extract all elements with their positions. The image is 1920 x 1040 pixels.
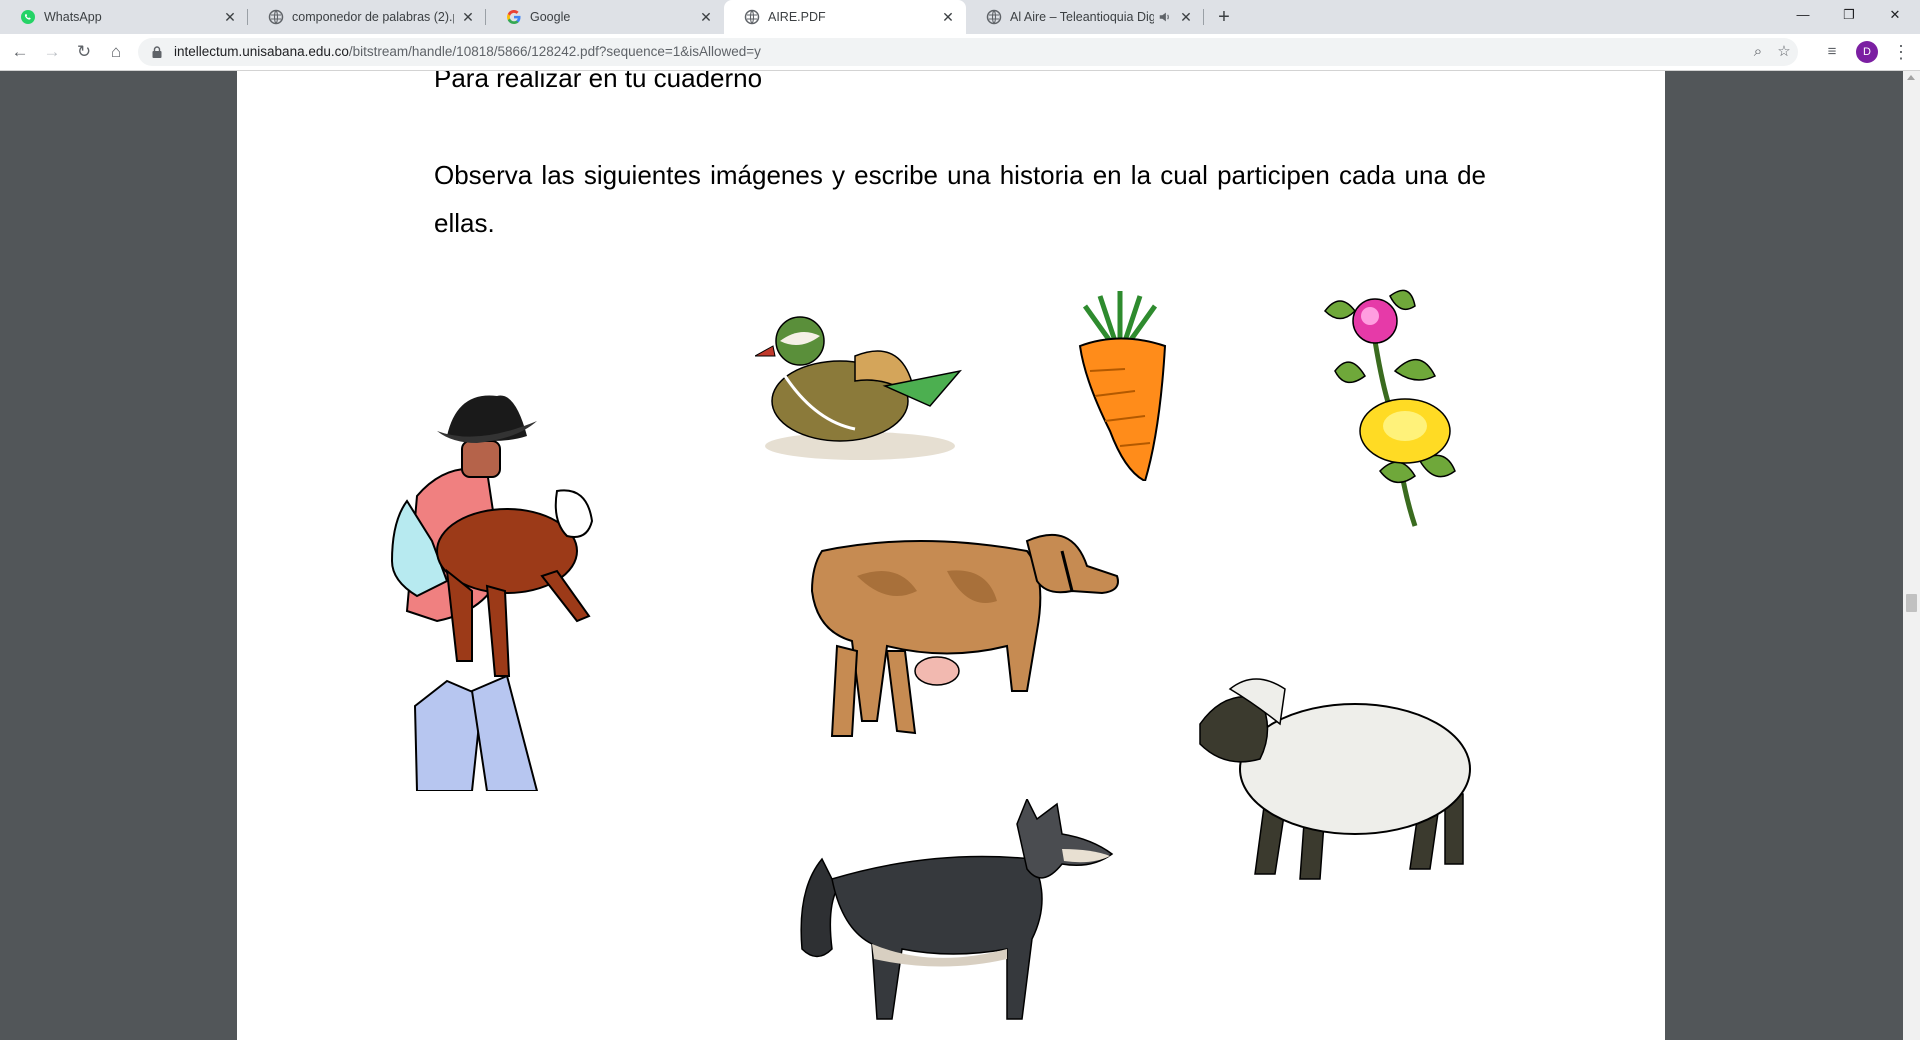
farmer-with-calf-illustration: [390, 395, 594, 791]
cow-illustration: [810, 533, 1119, 737]
tab-title: WhatsApp: [44, 10, 102, 24]
scroll-up-arrow-icon[interactable]: [1907, 75, 1915, 80]
tab-teleantioquia[interactable]: Al Aire – Teleantioquia Digital ✕: [966, 0, 1204, 34]
menu-icon[interactable]: ⋮: [1892, 40, 1910, 64]
close-icon[interactable]: ✕: [222, 9, 238, 25]
minimize-button[interactable]: —: [1780, 0, 1826, 30]
close-icon[interactable]: ✕: [1178, 9, 1194, 25]
duck-illustration: [755, 316, 962, 460]
audio-playing-icon[interactable]: [1158, 10, 1172, 24]
google-icon: [507, 10, 521, 24]
pdf-viewer[interactable]: Para realizar en tu cuaderno Observa las…: [0, 71, 1920, 1040]
close-icon[interactable]: ✕: [940, 9, 956, 25]
close-icon[interactable]: ✕: [460, 9, 476, 25]
avatar[interactable]: D: [1856, 41, 1878, 63]
url-path: /bitstream/handle/10818/5866/128242.pdf?…: [348, 44, 761, 59]
flowers-illustration: [1324, 289, 1456, 527]
globe-icon: [744, 9, 760, 25]
back-button[interactable]: ←: [8, 40, 32, 64]
scrollbar-thumb[interactable]: [1906, 594, 1917, 612]
tab-componedor-pdf[interactable]: componedor de palabras (2).pdf ✕: [248, 0, 486, 34]
tab-google[interactable]: Google ✕: [486, 0, 724, 34]
forward-button[interactable]: →: [40, 40, 64, 64]
document-heading: Para realizar en tu cuaderno: [434, 71, 763, 93]
tab-title: Al Aire – Teleantioquia Digital: [1010, 10, 1154, 24]
tab-title: Google: [530, 10, 571, 24]
bookmark-star-icon[interactable]: ☆: [1774, 42, 1794, 62]
globe-icon: [986, 9, 1002, 25]
tab-separator: [1203, 9, 1204, 25]
whatsapp-icon: [21, 10, 35, 24]
restore-button[interactable]: ❐: [1826, 0, 1872, 30]
tab-whatsapp[interactable]: WhatsApp ✕: [0, 0, 248, 34]
tab-strip: WhatsApp ✕ componedor de palabras (2).pd…: [0, 0, 1920, 34]
wolf-illustration: [800, 799, 1114, 1020]
tab-title: componedor de palabras (2).pdf: [292, 10, 454, 24]
url-host: intellectum.unisabana.edu.co: [174, 44, 349, 59]
new-tab-button[interactable]: +: [1212, 5, 1236, 29]
tab-title: AIRE.PDF: [768, 10, 826, 24]
carrot-illustration: [1078, 291, 1167, 481]
reload-button[interactable]: ↻: [72, 40, 96, 64]
home-button[interactable]: ⌂: [104, 40, 128, 64]
address-bar[interactable]: intellectum.unisabana.edu.co/bitstream/h…: [138, 38, 1798, 66]
zoom-icon[interactable]: ⌕: [1748, 42, 1768, 62]
pdf-page: Para realizar en tu cuaderno Observa las…: [237, 71, 1665, 1040]
page-scrollbar[interactable]: [1903, 71, 1920, 1040]
lock-icon: [152, 46, 162, 58]
close-icon[interactable]: ✕: [698, 9, 714, 25]
document-instructions: Observa las siguientes imágenes y escrib…: [434, 160, 1486, 238]
media-control-icon[interactable]: ≡: [1820, 40, 1844, 64]
tab-aire-pdf[interactable]: AIRE.PDF ✕: [724, 0, 966, 34]
browser-toolbar: ← → ↻ ⌂ intellectum.unisabana.edu.co/bit…: [0, 34, 1920, 71]
close-window-button[interactable]: ✕: [1872, 0, 1918, 30]
globe-icon: [268, 9, 284, 25]
sheep-illustration: [1199, 678, 1471, 880]
